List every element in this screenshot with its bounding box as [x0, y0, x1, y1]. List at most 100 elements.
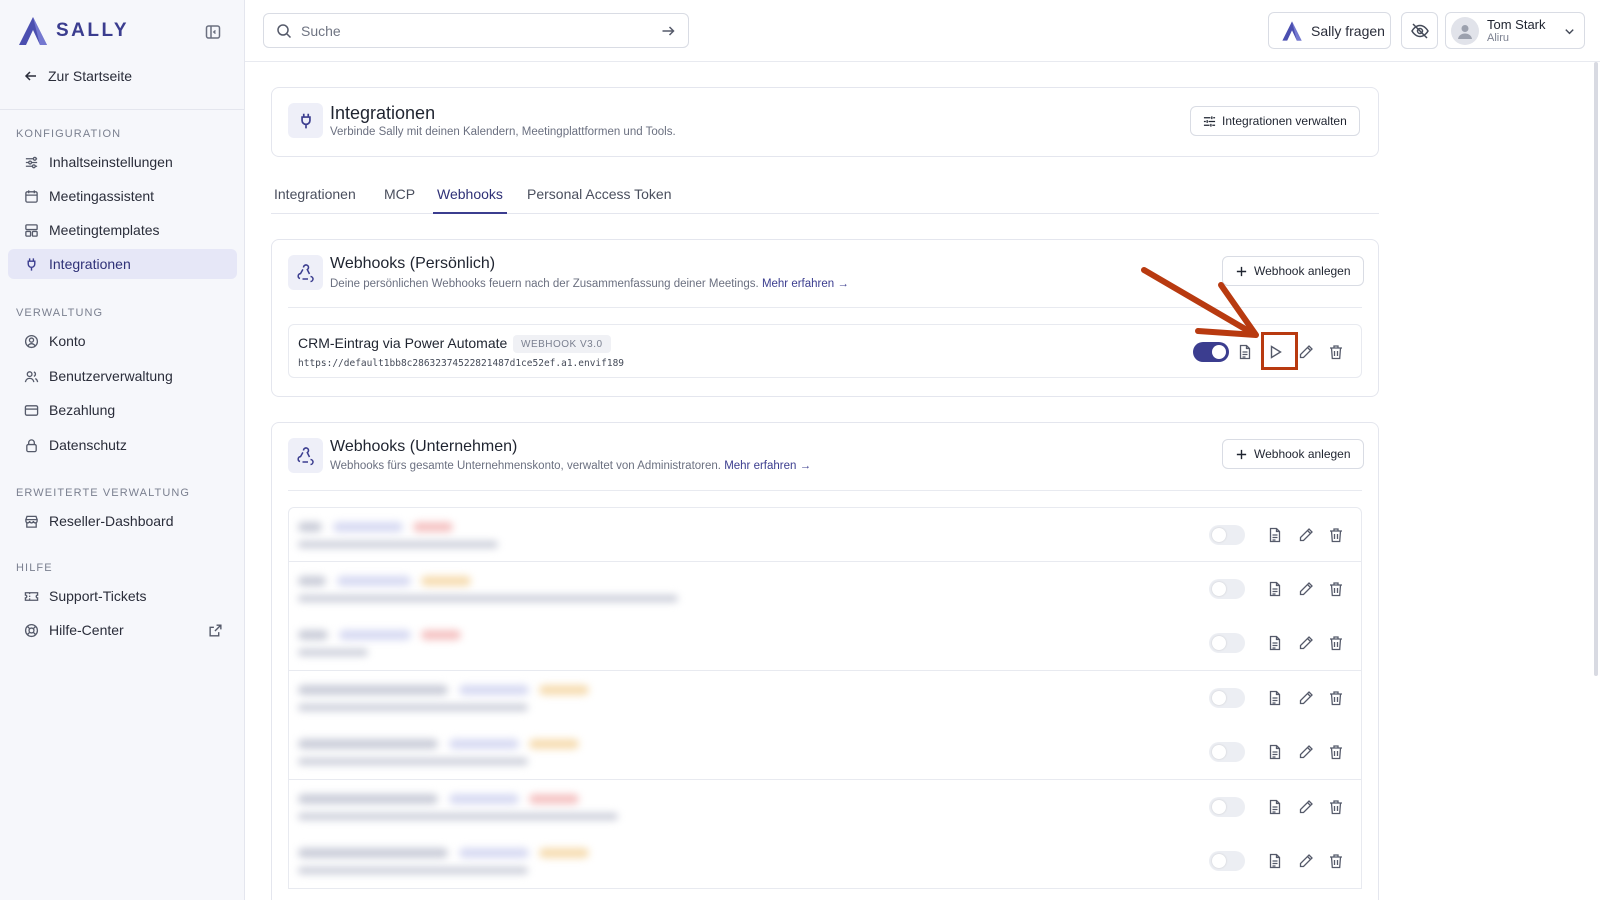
sidebar-item-hilfe-center[interactable]: Hilfe-Center	[8, 615, 237, 645]
webhook-enabled-toggle[interactable]	[1209, 578, 1245, 599]
sidebar-item-datenschutz[interactable]: Datenschutz	[8, 430, 237, 460]
edit-pencil-icon[interactable]	[1298, 744, 1314, 760]
learn-more-link[interactable]: Mehr erfahren →	[724, 460, 811, 472]
user-menu[interactable]: Tom Stark Aliru	[1445, 12, 1585, 49]
trash-icon[interactable]	[1328, 635, 1344, 651]
tab-integrationen[interactable]: Integrationen	[274, 186, 356, 212]
edit-pencil-icon[interactable]	[1298, 581, 1314, 597]
company-webhook-row	[288, 670, 1362, 726]
webhook-enabled-toggle[interactable]	[1209, 851, 1245, 871]
company-webhooks-description: Webhooks fürs gesamte Unternehmenskonto,…	[330, 460, 721, 472]
sidebar: SALLY Zur Startseite KONFIGURATION Inhal…	[0, 0, 245, 900]
page-scrollbar[interactable]	[1594, 62, 1598, 676]
sidebar-item-integrationen[interactable]: Integrationen	[8, 249, 237, 279]
section-erweiterte-verwaltung: ERWEITERTE VERWALTUNG	[16, 487, 191, 499]
add-webhook-label: Webhook anlegen	[1254, 264, 1351, 278]
search-bar[interactable]	[263, 13, 689, 48]
sidebar-item-meetingtemplates[interactable]: Meetingtemplates	[8, 215, 237, 245]
chevron-down-icon	[1565, 29, 1574, 35]
edit-pencil-icon[interactable]	[1298, 799, 1314, 815]
section-verwaltung: VERWALTUNG	[16, 307, 104, 319]
sidebar-item-meetingassistent[interactable]: Meetingassistent	[8, 181, 237, 211]
plug-icon	[27, 257, 36, 271]
webhook-enabled-toggle[interactable]	[1209, 742, 1245, 762]
logs-document-icon[interactable]	[1267, 853, 1283, 869]
ask-sally-button[interactable]: Sally fragen	[1268, 12, 1391, 49]
lock-icon	[26, 438, 37, 452]
trash-icon[interactable]	[1328, 581, 1344, 597]
tab-mcp[interactable]: MCP	[384, 186, 415, 212]
webhook-enabled-toggle[interactable]	[1193, 342, 1229, 362]
sidebar-item-inhaltseinstellungen[interactable]: Inhaltseinstellungen	[8, 147, 237, 177]
learn-more-link[interactable]: Mehr erfahren →	[762, 278, 849, 290]
obscured-version-badge	[459, 684, 529, 695]
add-company-webhook-button[interactable]: Webhook anlegen	[1222, 439, 1364, 469]
arrow-right-icon[interactable]	[660, 23, 676, 39]
edit-pencil-icon[interactable]	[1298, 853, 1314, 869]
webhook-enabled-toggle[interactable]	[1209, 687, 1245, 708]
obscured-webhook-name	[298, 575, 326, 586]
logs-document-icon[interactable]	[1267, 581, 1283, 597]
obscured-version-badge	[449, 739, 519, 749]
privacy-toggle-button[interactable]	[1401, 12, 1438, 49]
template-icon	[25, 223, 38, 237]
ticket-icon	[24, 591, 39, 601]
obscured-version-badge	[333, 522, 403, 532]
sidebar-item-konto[interactable]: Konto	[8, 326, 237, 356]
obscured-webhook-url	[298, 649, 368, 656]
logs-document-icon[interactable]	[1237, 344, 1253, 360]
trash-icon[interactable]	[1328, 527, 1344, 543]
trash-icon[interactable]	[1328, 799, 1344, 815]
page-title: Integrationen	[330, 103, 436, 123]
sidebar-item-reseller-dashboard[interactable]: Reseller-Dashboard	[8, 506, 237, 536]
external-link-icon	[209, 624, 222, 637]
webhook-icon	[288, 255, 323, 290]
obscured-webhook-name	[298, 630, 328, 640]
obscured-webhook-url	[298, 812, 618, 820]
edit-pencil-icon[interactable]	[1298, 690, 1314, 706]
sidebar-item-bezahlung[interactable]: Bezahlung	[8, 395, 237, 425]
user-circle-icon	[24, 334, 39, 348]
logs-document-icon[interactable]	[1267, 744, 1283, 760]
tab-personal-access-token[interactable]: Personal Access Token	[527, 186, 672, 212]
edit-pencil-icon[interactable]	[1298, 527, 1314, 543]
obscured-status-badge	[421, 575, 471, 586]
obscured-webhook-url	[298, 703, 528, 711]
trash-icon[interactable]	[1328, 853, 1344, 869]
trash-icon[interactable]	[1328, 690, 1344, 706]
obscured-version-badge	[339, 630, 411, 640]
section-hilfe: HILFE	[16, 562, 53, 574]
obscured-webhook-url	[298, 594, 678, 602]
edit-pencil-icon[interactable]	[1298, 635, 1314, 651]
manage-integrations-button[interactable]: Integrationen verwalten	[1190, 106, 1360, 136]
edit-pencil-icon[interactable]	[1298, 344, 1314, 360]
webhook-enabled-toggle[interactable]	[1209, 633, 1245, 653]
trash-icon[interactable]	[1328, 344, 1344, 360]
search-input[interactable]	[301, 22, 651, 39]
eye-off-icon	[1410, 22, 1429, 39]
company-webhook-row	[288, 834, 1362, 889]
company-webhooks-subtitle: Webhooks fürs gesamte Unternehmenskonto,…	[330, 460, 811, 472]
logs-document-icon[interactable]	[1267, 527, 1283, 543]
sidebar-item-support-tickets[interactable]: Support-Tickets	[8, 581, 237, 611]
trash-icon[interactable]	[1328, 744, 1344, 760]
webhook-icon	[288, 438, 323, 473]
logs-document-icon[interactable]	[1267, 635, 1283, 651]
sidebar-item-label: Meetingtemplates	[49, 222, 160, 238]
sidebar-collapse-icon[interactable]	[204, 23, 222, 41]
back-to-home-link[interactable]: Zur Startseite	[24, 68, 132, 84]
logs-document-icon[interactable]	[1267, 690, 1283, 706]
tab-webhooks[interactable]: Webhooks	[433, 186, 507, 214]
webhook-enabled-toggle[interactable]	[1209, 796, 1245, 817]
sidebar-item-label: Reseller-Dashboard	[49, 513, 174, 529]
company-webhook-row	[288, 779, 1362, 835]
logs-document-icon[interactable]	[1267, 799, 1283, 815]
top-bar: Sally fragen Tom Stark Aliru	[245, 0, 1600, 62]
webhook-enabled-toggle[interactable]	[1209, 525, 1245, 545]
plug-icon	[288, 103, 323, 138]
obscured-webhook-name	[298, 684, 448, 695]
sally-logo[interactable]: SALLY	[16, 15, 129, 47]
sidebar-item-benutzerverwaltung[interactable]: Benutzerverwaltung	[8, 361, 237, 391]
obscured-status-badge	[539, 684, 589, 695]
sidebar-item-label: Support-Tickets	[49, 588, 147, 604]
